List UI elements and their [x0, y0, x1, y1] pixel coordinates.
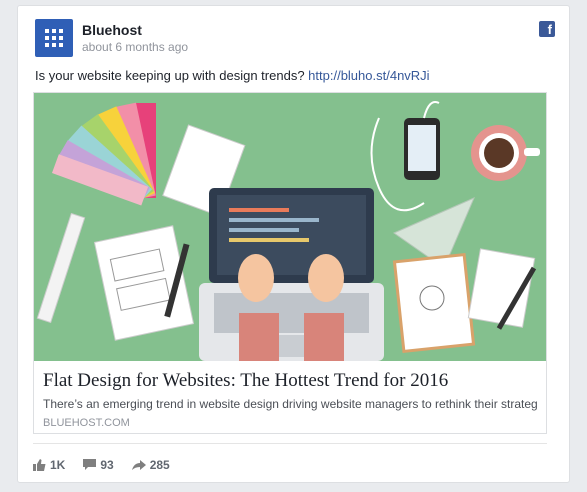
page-name[interactable]: Bluehost	[82, 22, 142, 38]
bluehost-logo-icon[interactable]	[35, 19, 73, 57]
facebook-post-card: Bluehost about 6 months ago f Is your we…	[17, 5, 570, 483]
facebook-icon: f	[539, 21, 555, 37]
link-preview-image[interactable]	[34, 93, 546, 361]
comments-count[interactable]: 93	[83, 458, 114, 472]
post-link[interactable]: http://bluho.st/4nvRJi	[308, 68, 429, 83]
thumbs-up-icon	[33, 459, 46, 471]
link-preview-description: There’s an emerging trend in website des…	[43, 397, 538, 411]
likes-count-label: 1K	[50, 458, 66, 472]
post-message: Is your website keeping up with design t…	[35, 68, 305, 83]
post-timestamp[interactable]: about 6 months ago	[82, 40, 188, 54]
link-preview[interactable]: Flat Design for Websites: The Hottest Tr…	[33, 92, 547, 434]
link-preview-domain: BLUEHOST.COM	[43, 417, 130, 429]
post-text: Is your website keeping up with design t…	[35, 68, 430, 83]
flat-design-illustration	[34, 93, 546, 361]
comments-count-label: 93	[100, 458, 114, 472]
shares-count[interactable]: 285	[131, 458, 170, 472]
stats-divider	[33, 443, 547, 444]
comment-icon	[83, 459, 97, 470]
engagement-stats: 1K 93 285	[33, 456, 188, 474]
shares-count-label: 285	[149, 458, 170, 472]
likes-count[interactable]: 1K	[33, 458, 65, 472]
share-arrow-icon	[131, 460, 146, 470]
link-preview-title[interactable]: Flat Design for Websites: The Hottest Tr…	[43, 370, 538, 392]
